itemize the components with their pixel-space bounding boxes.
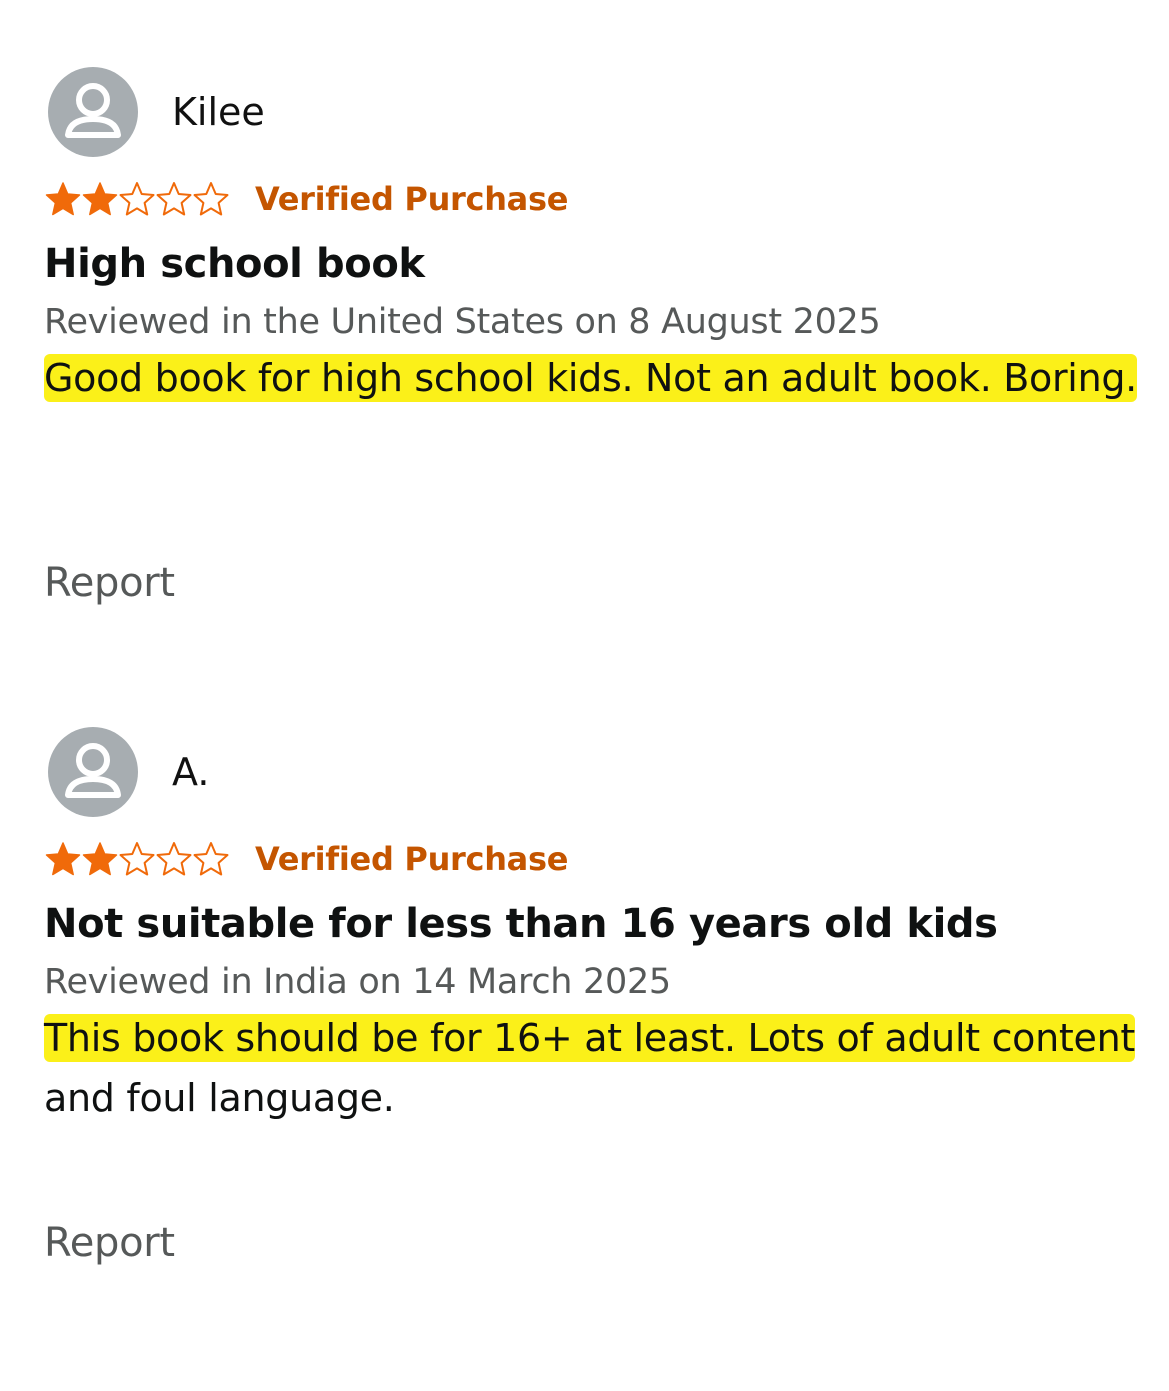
review-card: A. Verified Purchase Not suitable for le… — [44, 726, 1144, 1266]
star-rating[interactable] — [44, 840, 229, 878]
report-link[interactable]: Report — [44, 560, 175, 606]
highlighted-text: Good book for high school kids. Not an a… — [44, 354, 1137, 402]
star-empty-icon — [119, 842, 155, 876]
star-empty-icon — [193, 182, 229, 216]
star-filled-icon — [45, 842, 81, 876]
reviewer-row: Kilee — [48, 66, 1144, 158]
reviewer-name[interactable]: A. — [172, 750, 209, 794]
review-title: Not suitable for less than 16 years old … — [44, 901, 998, 947]
review-date: Reviewed in India on 14 March 2025 — [44, 962, 671, 1002]
star-filled-icon — [82, 842, 118, 876]
reviewer-row: A. — [48, 726, 1144, 818]
review-body: Good book for high school kids. Not an a… — [44, 348, 1144, 408]
review-body-rest: and foul language. — [44, 1076, 395, 1120]
star-empty-icon — [156, 182, 192, 216]
avatar-icon[interactable] — [48, 727, 138, 817]
star-filled-icon — [45, 182, 81, 216]
star-empty-icon — [119, 182, 155, 216]
star-rating[interactable] — [44, 180, 229, 218]
verified-purchase-badge: Verified Purchase — [255, 840, 569, 878]
review-card: Kilee Verified Purchase High school book… — [44, 66, 1144, 606]
verified-purchase-badge: Verified Purchase — [255, 180, 569, 218]
reviewer-name[interactable]: Kilee — [172, 90, 265, 134]
star-filled-icon — [82, 182, 118, 216]
rating-row: Verified Purchase — [44, 176, 1144, 222]
star-empty-icon — [156, 842, 192, 876]
review-body: This book should be for 16+ at least. Lo… — [44, 1008, 1144, 1128]
star-empty-icon — [193, 842, 229, 876]
report-link[interactable]: Report — [44, 1220, 175, 1266]
rating-row: Verified Purchase — [44, 836, 1144, 882]
avatar-icon[interactable] — [48, 67, 138, 157]
highlighted-text: This book should be for 16+ at least. Lo… — [44, 1014, 1135, 1062]
review-title: High school book — [44, 241, 425, 287]
review-date: Reviewed in the United States on 8 Augus… — [44, 302, 881, 342]
